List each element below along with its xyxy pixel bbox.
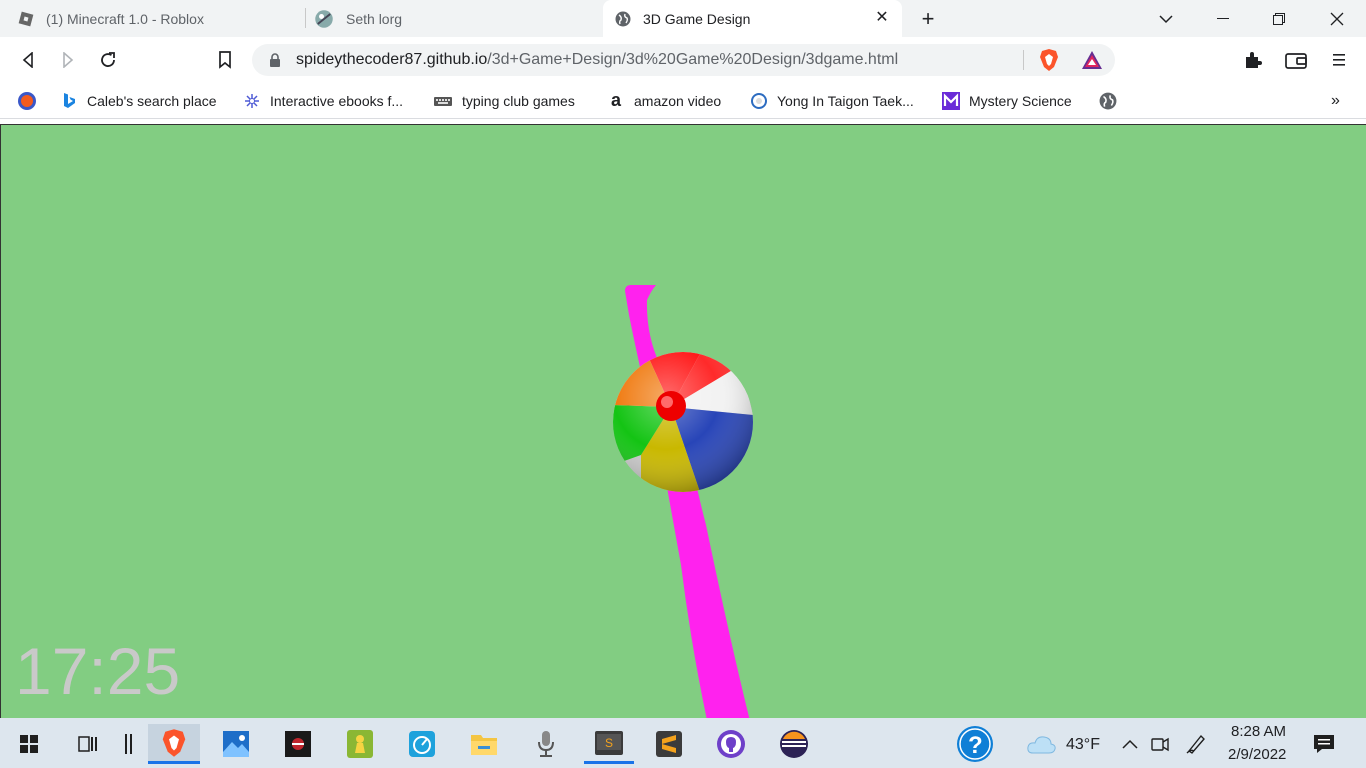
game-scene xyxy=(613,285,753,718)
bookmark-label: Yong In Taigon Taek... xyxy=(777,93,914,109)
taskbar-file-explorer-icon[interactable] xyxy=(461,724,507,764)
bing-icon xyxy=(64,93,75,108)
windows-start-icon[interactable] xyxy=(6,724,52,764)
taskbar-eclipse-icon[interactable] xyxy=(771,724,817,764)
bookmark-globe[interactable] xyxy=(1099,91,1126,111)
bookmark-typing-club[interactable]: typing club games xyxy=(433,91,575,111)
game-timer: 17:25 xyxy=(15,634,181,708)
weather-cloud-icon[interactable] xyxy=(1020,724,1062,764)
taskbar-microphone-icon[interactable] xyxy=(523,724,569,764)
close-tab-icon[interactable]: ✕ xyxy=(874,10,890,26)
notifications-icon[interactable] xyxy=(1302,724,1346,764)
brave-shields-icon[interactable] xyxy=(1039,48,1059,72)
clock-date[interactable]: 2/9/2022 xyxy=(1228,746,1286,763)
meet-now-icon[interactable] xyxy=(1142,724,1178,764)
svg-text:?: ? xyxy=(968,732,983,759)
bookmarks-overflow-icon[interactable]: » xyxy=(1331,91,1340,111)
sticker-icon xyxy=(315,9,333,28)
forward-icon[interactable] xyxy=(56,48,80,72)
url-path: /3d+Game+Design/3d%20Game%20Design/3dgam… xyxy=(487,51,899,68)
url-text[interactable]: spideythecoder87.github.io/3d+Game+Desig… xyxy=(296,51,898,69)
taskbar-game-app-icon[interactable] xyxy=(275,724,321,764)
beach-ball xyxy=(613,352,753,492)
tab-strip: (1) Minecraft 1.0 - Roblox Seth lorg 3D … xyxy=(0,0,1366,37)
taekwondo-icon xyxy=(751,93,767,109)
menu-icon[interactable] xyxy=(1327,48,1351,72)
taskbar-brave-icon[interactable] xyxy=(148,724,200,764)
globe-icon xyxy=(615,11,631,26)
taskbar-photos-icon[interactable] xyxy=(213,724,259,764)
bookmark-label: Caleb's search place xyxy=(87,93,217,109)
bookmark-amazon-video[interactable]: a amazon video xyxy=(607,91,721,111)
close-window-icon[interactable] xyxy=(1314,0,1360,37)
wallet-icon[interactable] xyxy=(1284,48,1308,72)
bookmark-label: typing club games xyxy=(462,93,575,109)
bookmark-mystery-science[interactable]: Mystery Science xyxy=(942,91,1072,111)
restore-icon[interactable] xyxy=(1256,0,1302,37)
tab-title: Seth lorg xyxy=(346,10,403,27)
tab-seth-lorg[interactable]: Seth lorg xyxy=(306,0,602,37)
clock-time[interactable]: 8:28 AM xyxy=(1231,723,1286,740)
bookmark-icon[interactable] xyxy=(213,48,237,72)
amazon-icon: a xyxy=(610,90,621,110)
tab-title: (1) Minecraft 1.0 - Roblox xyxy=(46,10,204,27)
taskbar-github-icon[interactable] xyxy=(708,724,754,764)
tab-search-chevron-icon[interactable] xyxy=(1152,0,1180,37)
url-host: spideythecoder87.github.io xyxy=(296,51,488,68)
bookmark-yong-in-taigon[interactable]: Yong In Taigon Taek... xyxy=(750,91,914,111)
bookmark-interactive-ebooks[interactable]: Interactive ebooks f... xyxy=(243,91,403,111)
mystery-science-icon xyxy=(942,92,960,110)
taskbar-sublime-text-icon[interactable] xyxy=(646,724,692,764)
help-icon[interactable]: ? xyxy=(952,724,998,764)
tab-minecraft[interactable]: (1) Minecraft 1.0 - Roblox xyxy=(12,0,304,37)
magenta-track xyxy=(625,285,750,718)
address-bar[interactable]: spideythecoder87.github.io/3d+Game+Desig… xyxy=(252,44,1115,76)
brave-rewards-triangle-icon[interactable] xyxy=(1081,50,1103,70)
bookmark-label: amazon video xyxy=(634,93,722,109)
back-icon[interactable] xyxy=(16,48,40,72)
globe-icon xyxy=(1099,92,1117,110)
weather-temperature[interactable]: 43°F xyxy=(1066,736,1100,754)
roblox-icon xyxy=(18,11,34,26)
windows-taskbar: S ? 43°F 8:28 AM 2/9/2022 xyxy=(0,718,1366,768)
brave-rewards-icon xyxy=(18,92,36,110)
divider xyxy=(1023,50,1024,70)
bookmark-label: Mystery Science xyxy=(969,93,1072,109)
widgets-divider-icon[interactable] xyxy=(106,724,152,764)
taskbar-sublime-terminal-icon[interactable]: S xyxy=(584,724,634,764)
extensions-icon[interactable] xyxy=(1241,48,1265,72)
game-canvas[interactable]: 17:25 xyxy=(0,124,1366,718)
taskbar-chess-icon[interactable] xyxy=(337,724,383,764)
bookmark-calebs-search[interactable]: Caleb's search place xyxy=(60,91,217,111)
toolbar: spideythecoder87.github.io/3d+Game+Desig… xyxy=(0,37,1366,83)
tab-3d-game-design[interactable]: 3D Game Design ✕ xyxy=(603,0,902,37)
bookmarks-bar: Caleb's search place Interactive ebooks … xyxy=(0,83,1366,119)
tab-title: 3D Game Design xyxy=(643,10,751,27)
sparkle-icon xyxy=(245,94,259,108)
minimize-icon[interactable] xyxy=(1200,0,1246,37)
reload-icon[interactable] xyxy=(96,48,120,72)
keyboard-icon xyxy=(434,97,452,106)
new-tab-icon[interactable]: + xyxy=(914,0,942,37)
bookmark-label: Interactive ebooks f... xyxy=(270,93,404,109)
pen-workspace-icon[interactable] xyxy=(1176,724,1216,764)
svg-text:S: S xyxy=(605,736,613,750)
lock-icon[interactable] xyxy=(269,53,281,67)
bookmark-brave-rewards[interactable] xyxy=(18,91,45,111)
taskbar-speedtest-icon[interactable] xyxy=(399,724,445,764)
